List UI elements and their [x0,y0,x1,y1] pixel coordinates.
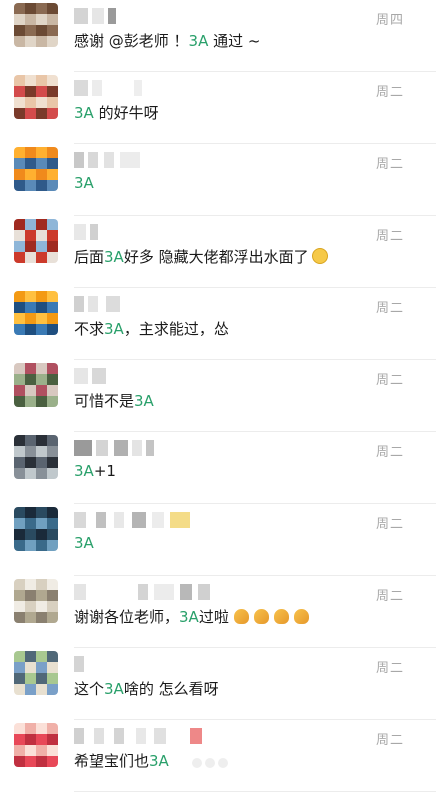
avatar [14,579,58,623]
clap-emoji [253,609,269,624]
clap-emoji [293,609,309,624]
message-preview: 3A 的好牛呀 [74,102,159,123]
avatar [14,219,58,263]
highlight-text: 3A [104,248,124,266]
chat-list-item[interactable]: 周二 3A [0,504,436,576]
message-text: 希望宝们也 [74,752,150,770]
highlight-text: 3A [104,680,124,698]
message-time: 周二 [375,661,404,676]
chat-list-item[interactable]: 周二希望宝们也3A [0,720,436,792]
chat-list-item[interactable]: 周二谢谢各位老师，3A过啦 [0,576,436,648]
chat-list-item[interactable]: 周二不求3A，主求能过，怂 [0,288,436,360]
highlight-text: 3A [74,534,94,552]
message-time: 周二 [375,157,404,172]
message-time: 周二 [375,229,404,244]
highlight-text: 3A [188,32,209,50]
message-time: 周二 [375,589,404,604]
message-preview: 谢谢各位老师，3A过啦 [74,606,309,627]
highlight-text: 3A [74,174,94,192]
chat-list-item[interactable]: 周二这个3A啥的 怎么看呀 [0,648,436,720]
message-text: ，主求能过，怂 [123,320,229,338]
highlight-text: 3A [179,608,199,626]
highlight-text: 3A [149,752,169,770]
message-text: 好多 隐藏大佬都浮出水面了 [123,248,309,266]
message-text: 的好牛呀 [93,104,159,122]
avatar [14,147,58,191]
chat-list-item[interactable]: 周二后面3A好多 隐藏大佬都浮出水面了 [0,216,436,288]
highlight-text: 3A [104,320,124,338]
avatar [14,363,58,407]
message-time: 周二 [375,373,404,388]
message-text: 可惜不是 [74,392,135,410]
message-text: 过啦 [198,608,229,626]
message-preview: 3A+1 [74,462,116,480]
message-text: 这个 [74,680,105,698]
message-text: 通过 ~ [208,32,261,50]
loading-dots-icon [192,753,231,772]
message-text: 后面 [74,248,105,266]
message-text: 不求 [74,320,105,338]
message-time: 周二 [375,733,404,748]
message-preview: 3A [74,534,94,552]
avatar [14,3,58,47]
clap-emoji [273,609,289,624]
avatar [14,435,58,479]
message-text: 感谢 @彭老师 ！ [74,32,189,50]
chat-list-item[interactable]: 周四感谢 @彭老师 ！3A 通过 ~ [0,0,436,72]
chat-list-item[interactable]: 周二 3A [0,144,436,216]
avatar [14,291,58,335]
message-preview: 3A [74,174,94,192]
message-preview: 希望宝们也3A [74,750,169,771]
message-preview: 不求3A，主求能过，怂 [74,318,229,339]
message-preview: 这个3A啥的 怎么看呀 [74,678,219,699]
highlight-text: 3A [74,462,94,480]
message-text: 啥的 怎么看呀 [123,680,219,698]
clap-emoji [233,609,249,624]
message-preview: 可惜不是3A [74,390,154,411]
chat-list-item[interactable]: 周二可惜不是3A [0,360,436,432]
chat-list-item[interactable]: 周二 3A 的好牛呀 [0,72,436,144]
highlight-text: 3A [134,392,154,410]
avatar [14,75,58,119]
message-time: 周二 [375,301,404,316]
message-time: 周四 [375,13,404,28]
message-preview: 感谢 @彭老师 ！3A 通过 ~ [74,30,260,51]
message-text: +1 [93,462,116,480]
message-time: 周二 [375,445,404,460]
message-time: 周二 [375,517,404,532]
avatar [14,507,58,551]
chat-list-item[interactable]: 周二 3A+1 [0,432,436,504]
avatar [14,651,58,695]
thinking-face-emoji [311,248,328,264]
message-time: 周二 [375,85,404,100]
highlight-text: 3A [74,104,94,122]
avatar [14,723,58,767]
message-preview: 后面3A好多 隐藏大佬都浮出水面了 [74,246,328,267]
message-text: 谢谢各位老师， [74,608,180,626]
